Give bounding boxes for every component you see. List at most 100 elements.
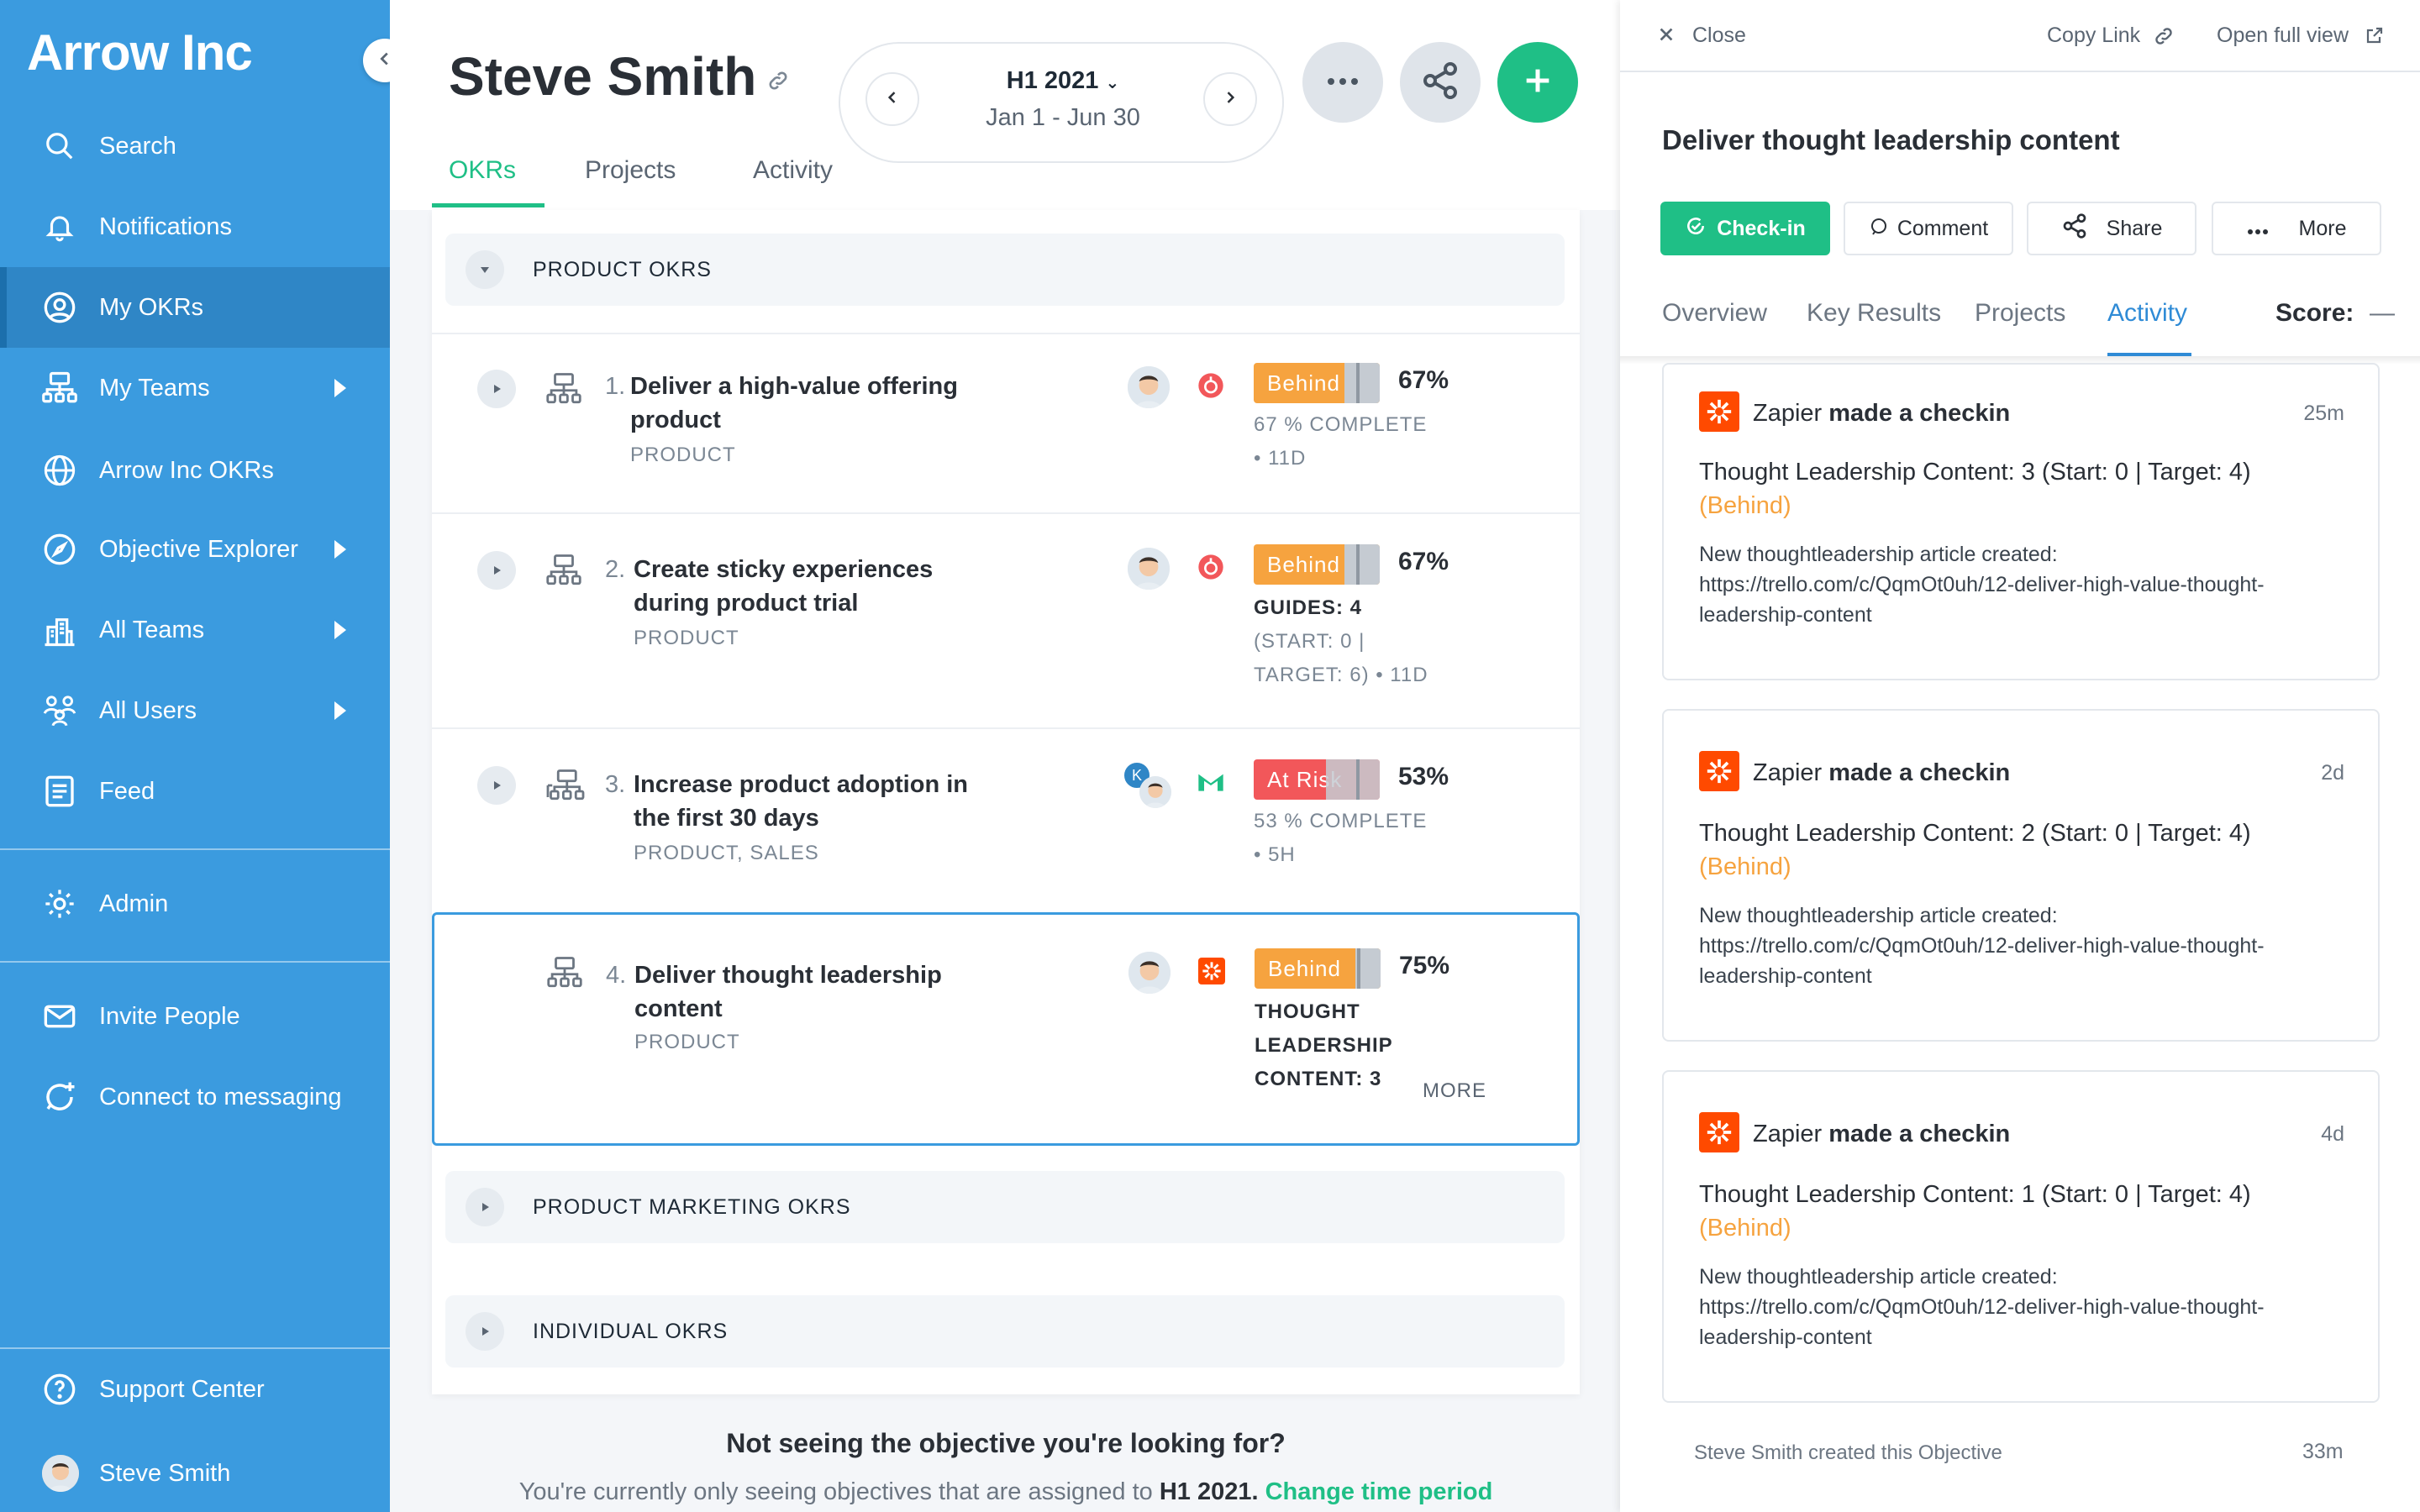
gear-icon [42, 886, 77, 921]
activity-header: Zapier made a checkin [1753, 759, 2011, 786]
caret-right-icon[interactable] [466, 1312, 504, 1351]
close-icon[interactable] [1657, 25, 1676, 48]
share-button[interactable]: Share [2027, 202, 2196, 255]
expand-play-icon[interactable] [477, 370, 516, 408]
sidebar-item-support-center[interactable]: Support Center [0, 1349, 390, 1430]
tab-activity[interactable]: Activity [2107, 299, 2187, 328]
avatar [1128, 952, 1171, 994]
add-objective-button[interactable] [1497, 42, 1578, 123]
section-product-marketing-okrs[interactable]: PRODUCT MARKETING OKRS [445, 1171, 1565, 1243]
zapier-icon [1699, 751, 1739, 791]
bell-icon [42, 209, 77, 244]
tab-projects[interactable]: Projects [1975, 299, 2065, 328]
activity-status: (Behind) [1699, 853, 1791, 880]
sidebar-item-profile[interactable]: Steve Smith [0, 1433, 390, 1512]
copy-link-button[interactable]: Copy Link [2047, 24, 2140, 48]
activity-card: Zapier made a checkin 4d Thought Leaders… [1662, 1070, 2380, 1403]
tab-key-results[interactable]: Key Results [1807, 299, 1941, 328]
sidebar-item-arrow-inc-okrs[interactable]: Arrow Inc OKRs [0, 430, 390, 511]
integration-icon [1197, 553, 1225, 581]
sidebar-item-label: All Teams [99, 616, 205, 643]
sidebar-item-all-users[interactable]: All Users [0, 670, 390, 751]
link-icon[interactable] [2153, 25, 2175, 51]
expand-arrow-icon[interactable] [334, 540, 346, 559]
okr-row[interactable]: 2. Create sticky experiences during prod… [432, 512, 1580, 727]
okr-number: 3. [605, 771, 626, 798]
more-link[interactable]: MORE [1423, 1079, 1486, 1103]
tab-activity[interactable]: Activity [753, 156, 833, 185]
next-period-button[interactable] [1203, 72, 1257, 126]
tab-overview[interactable]: Overview [1662, 299, 1767, 328]
sidebar-item-label: Feed [99, 777, 155, 805]
activity-header: Zapier made a checkin [1753, 400, 2011, 427]
buildings-icon [42, 612, 77, 648]
tab-okrs[interactable]: OKRs [449, 156, 516, 185]
sidebar-item-connect-messaging[interactable]: Connect to messaging [0, 1057, 390, 1137]
share-page-button[interactable] [1400, 42, 1481, 123]
status-badge: Behind [1254, 544, 1380, 585]
close-button[interactable]: Close [1692, 24, 1746, 48]
link-icon[interactable] [766, 69, 790, 97]
external-link-icon[interactable] [2365, 25, 2385, 50]
sidebar-item-admin[interactable]: Admin [0, 864, 390, 944]
sidebar-item-feed[interactable]: Feed [0, 751, 390, 832]
zapier-icon [1699, 1112, 1739, 1152]
okr-title[interactable]: Increase product adoption in the first 3… [634, 768, 1003, 835]
comment-button[interactable]: Comment [1844, 202, 2013, 255]
expand-arrow-icon[interactable] [334, 379, 346, 397]
open-full-view-button[interactable]: Open full view [2217, 24, 2349, 48]
progress-percent: 67% [1398, 366, 1449, 394]
okr-title[interactable]: Create sticky experiences during product… [634, 553, 1003, 620]
sidebar-item-my-teams[interactable]: My Teams [0, 348, 390, 428]
share-icon [1420, 60, 1460, 105]
okr-row-selected[interactable]: 4. Deliver thought leadership content PR… [432, 912, 1580, 1146]
expand-play-icon[interactable] [477, 766, 516, 805]
sidebar-item-objective-explorer[interactable]: Objective Explorer [0, 509, 390, 590]
sidebar-item-label: Objective Explorer [99, 535, 298, 563]
okr-number: 2. [605, 556, 626, 583]
okr-title[interactable]: Deliver a high-value offering product [630, 370, 1000, 437]
activity-key-result: Thought Leadership Content: 1 (Start: 0 … [1699, 1181, 2251, 1208]
sidebar-item-notifications[interactable]: Notifications [0, 186, 390, 267]
sidebar-divider [0, 961, 390, 963]
ellipsis-icon [1326, 75, 1360, 90]
tab-projects[interactable]: Projects [585, 156, 676, 185]
status-badge: Behind [1255, 948, 1381, 989]
caret-right-icon[interactable] [466, 1188, 504, 1226]
zapier-icon [1197, 957, 1226, 985]
okr-tags: PRODUCT [634, 1031, 740, 1053]
okr-title[interactable]: Deliver thought leadership content [634, 958, 1004, 1026]
period-selector[interactable]: H1 2021 ⌄ Jan 1 - Jun 30 [839, 42, 1284, 163]
check-in-button[interactable]: Check-in [1660, 202, 1830, 255]
sidebar-item-all-teams[interactable]: All Teams [0, 590, 390, 670]
progress-percent: 53% [1398, 763, 1449, 790]
sidebar-item-label: My OKRs [99, 293, 204, 321]
sidebar-item-invite-people[interactable]: Invite People [0, 976, 390, 1057]
more-button[interactable]: More [2212, 202, 2381, 255]
users-icon [42, 693, 77, 728]
activity-key-result: Thought Leadership Content: 3 (Start: 0 … [1699, 459, 2251, 486]
integration-icon [1197, 371, 1225, 400]
chevron-down-icon: ⌄ [1105, 74, 1120, 92]
empty-hint-note: You're currently only seeing objectives … [518, 1478, 1493, 1505]
created-activity-text: Steve Smith created this Objective [1694, 1441, 2002, 1464]
more-options-button[interactable] [1302, 42, 1383, 123]
activity-note: New thoughtleadership article created: h… [1699, 904, 2265, 988]
sidebar-item-my-okrs[interactable]: My OKRs [0, 267, 390, 348]
section-product-okrs[interactable]: PRODUCT OKRS [445, 234, 1565, 306]
okr-row[interactable]: 1. Deliver a high-value offering product… [432, 333, 1580, 512]
expand-arrow-icon[interactable] [334, 621, 346, 639]
envelope-icon [42, 999, 77, 1034]
expand-play-icon[interactable] [477, 551, 516, 590]
expand-arrow-icon[interactable] [334, 701, 346, 720]
globe-icon [42, 453, 77, 488]
section-individual-okrs[interactable]: INDIVIDUAL OKRS [445, 1295, 1565, 1368]
change-time-period-link[interactable]: Change time period [1265, 1478, 1493, 1505]
caret-down-icon[interactable] [466, 250, 504, 289]
okr-row[interactable]: 3. Increase product adoption in the firs… [432, 727, 1580, 911]
activity-card: Zapier made a checkin 2d Thought Leaders… [1662, 709, 2380, 1042]
sidebar-item-search[interactable]: Search [0, 106, 390, 186]
user-circle-icon [42, 290, 77, 325]
org-chart-icon [42, 370, 77, 406]
brand-logo[interactable]: Arrow Inc [27, 24, 253, 81]
